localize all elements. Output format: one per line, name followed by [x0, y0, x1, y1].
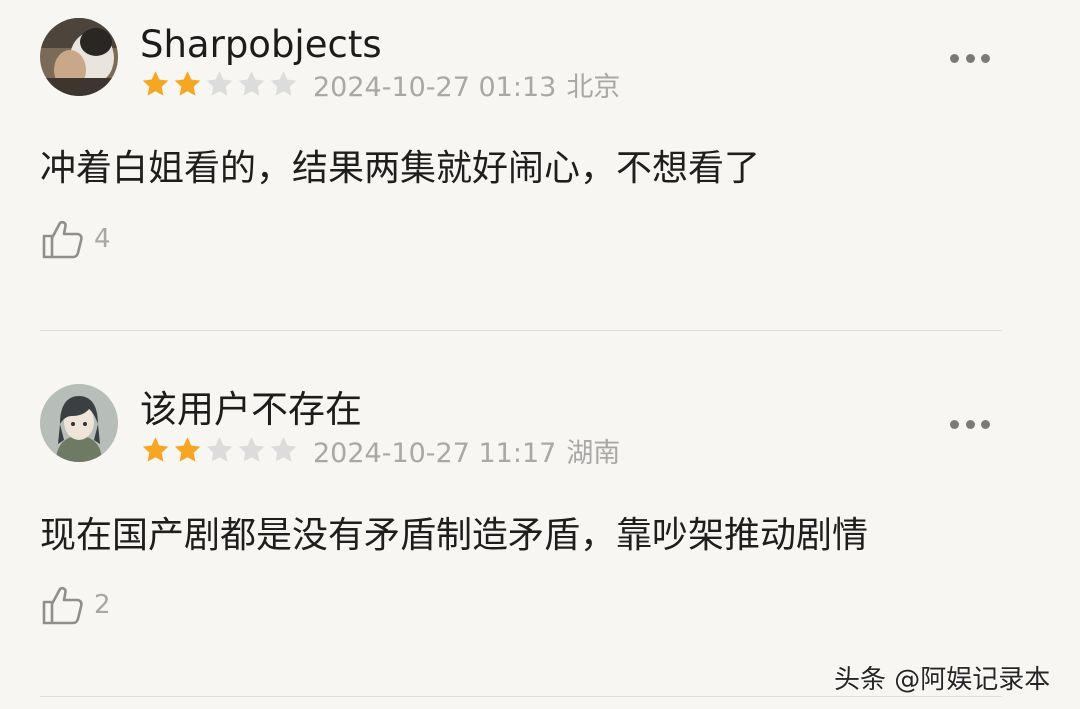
comment-meta-text: 2024-10-27 11:17 湖南 [313, 431, 620, 470]
like-button[interactable]: 4 [40, 216, 111, 262]
comment-datetime: 2024-10-27 01:13 [313, 71, 557, 103]
star-icon [270, 437, 297, 462]
more-dot [950, 419, 959, 429]
more-dot [950, 53, 959, 63]
more-dot [965, 419, 975, 429]
more-icon[interactable] [950, 51, 990, 65]
more-dot [981, 419, 990, 429]
star-icon [270, 71, 297, 96]
more-dot [981, 53, 990, 63]
like-count: 2 [94, 590, 111, 620]
star-icon [206, 71, 233, 96]
comment-meta: 2024-10-27 11:17 湖南 [140, 431, 620, 470]
comment-meta: 2024-10-27 01:13 北京 [140, 65, 620, 104]
comment-item: Sharpobjects 2024-10-27 01:13 北京 冲着白姐看的，结… [0, 0, 1080, 330]
divider [40, 696, 1002, 697]
star-rating [140, 69, 299, 99]
comment-text: 冲着白姐看的，结果两集就好闹心，不想看了 [40, 148, 761, 189]
star-icon [142, 71, 169, 96]
avatar-photo [40, 18, 118, 96]
watermark: 头条 @阿娱记录本 [834, 665, 1051, 695]
star-icon [206, 437, 233, 462]
comment-location: 北京 [566, 71, 621, 103]
username[interactable]: 该用户不存在 [140, 388, 362, 432]
star-icon [142, 437, 169, 462]
comment-item: 该用户不存在 2024-10-27 11:17 湖南 现在国产剧都是没有矛盾制造矛… [0, 331, 1080, 697]
like-count: 4 [94, 224, 111, 254]
comment-meta-text: 2024-10-27 01:13 北京 [313, 65, 620, 104]
comment-datetime: 2024-10-27 11:17 [313, 437, 557, 469]
star-icon [174, 437, 201, 462]
avatar-anime-character [40, 384, 118, 462]
avatar[interactable] [40, 18, 118, 96]
like-button[interactable]: 2 [40, 582, 111, 628]
more-icon[interactable] [950, 417, 990, 431]
star-icon [238, 437, 265, 462]
comment-location: 湖南 [566, 437, 621, 469]
more-dot [965, 53, 975, 63]
star-rating [140, 435, 299, 465]
star-icon [174, 71, 201, 96]
avatar[interactable] [40, 384, 118, 462]
comment-text: 现在国产剧都是没有矛盾制造矛盾，靠吵架推动剧情 [40, 515, 869, 556]
thumbs-up-icon [42, 220, 83, 259]
thumbs-up-icon [42, 586, 83, 625]
star-icon [238, 71, 265, 96]
username[interactable]: Sharpobjects [140, 23, 382, 67]
